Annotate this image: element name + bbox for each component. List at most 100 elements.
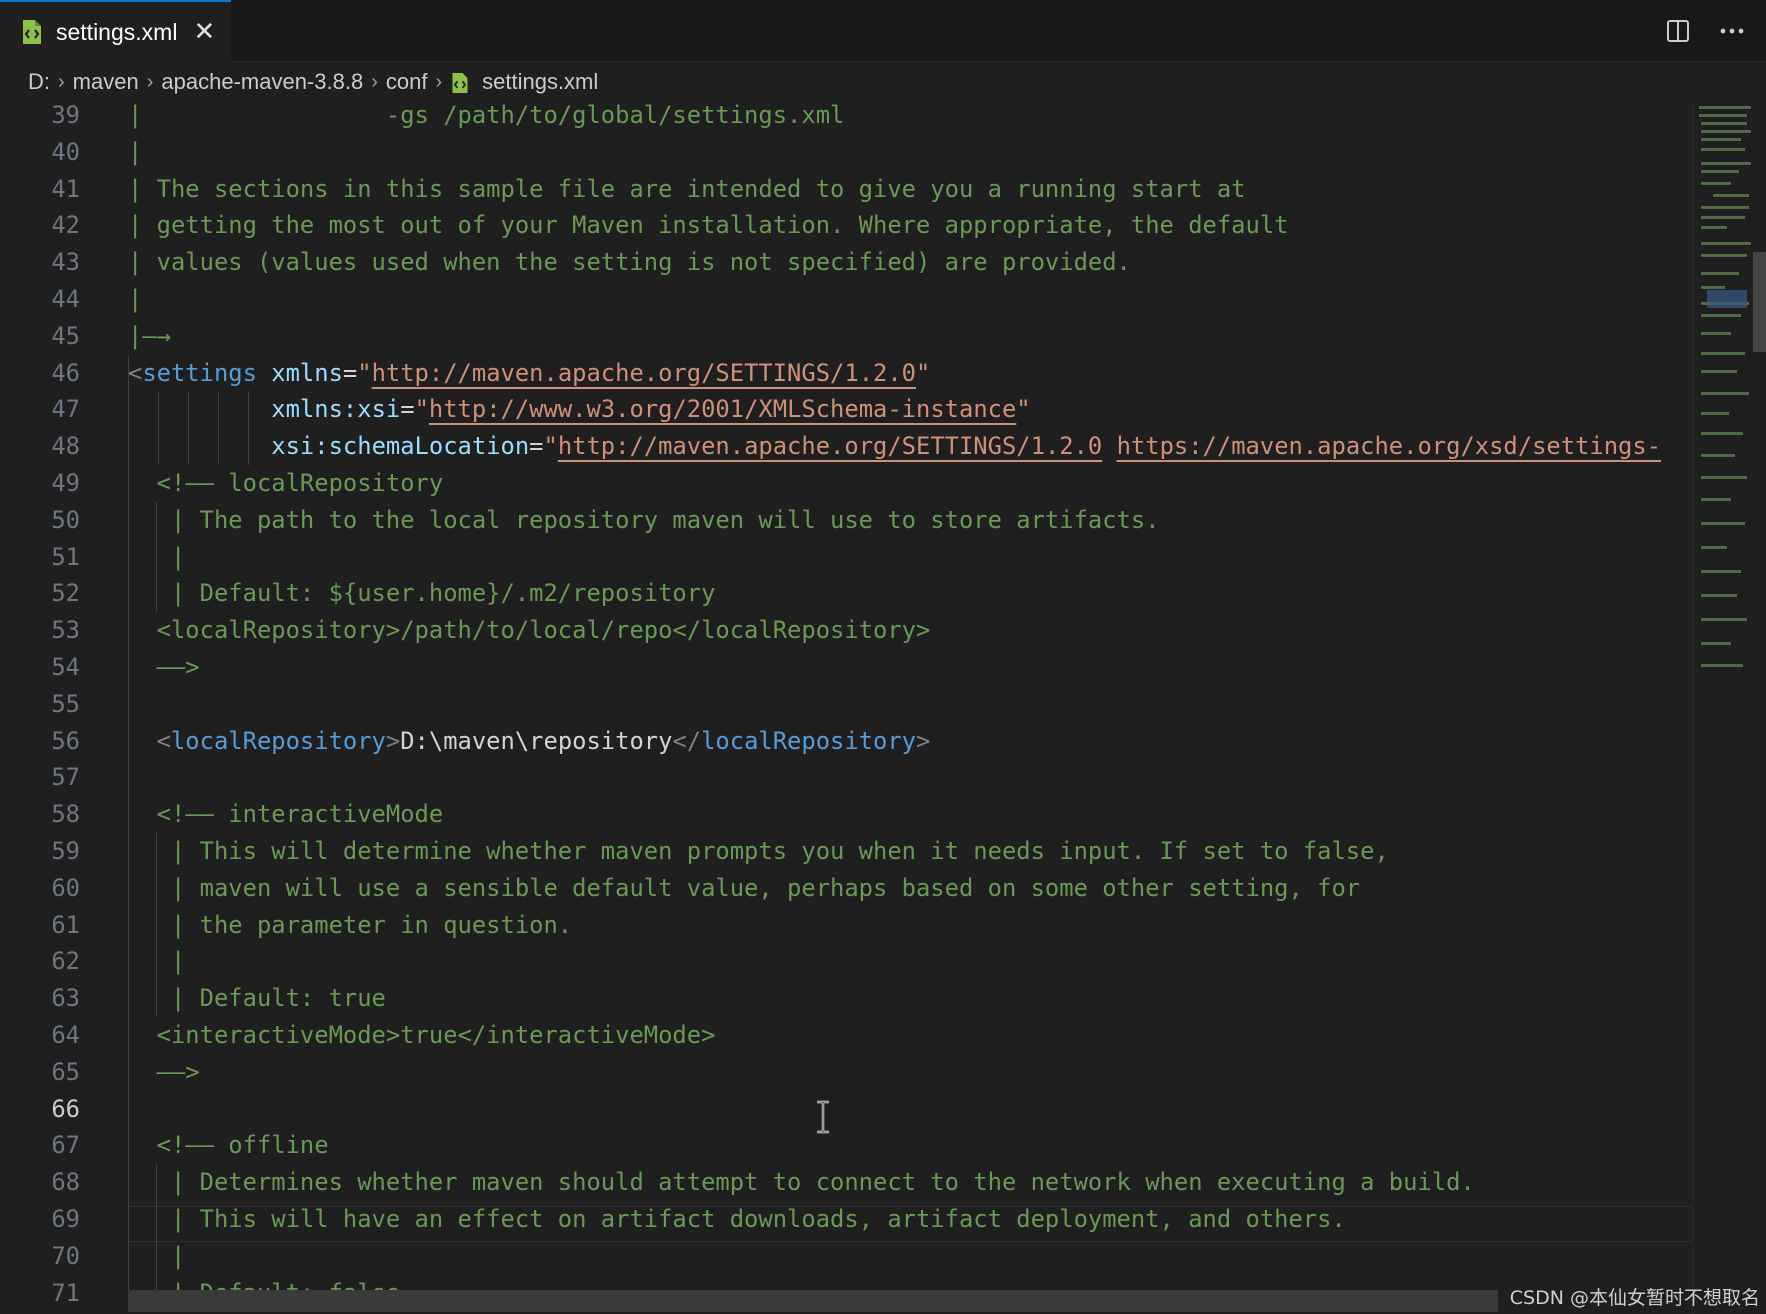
code-token: " (1016, 395, 1031, 424)
code-line[interactable]: 57 (0, 759, 1692, 797)
breadcrumb-item-apache-maven[interactable]: apache-maven-3.8.8 (161, 69, 363, 95)
code-line[interactable]: 44 | (0, 281, 1692, 318)
code-line[interactable]: 61 | the parameter in question. (0, 906, 1692, 944)
more-actions-icon[interactable] (1716, 14, 1748, 48)
code-token: | This will have an effect on artifact d… (128, 1205, 1346, 1233)
code-line[interactable]: 49 <!—— localRepository (0, 465, 1692, 502)
indent-guide (128, 759, 129, 797)
code-text: ——> (128, 649, 200, 686)
code-text: | (128, 539, 185, 576)
line-number: 65 (51, 1057, 80, 1086)
code-token: | (128, 947, 186, 976)
code-line[interactable]: 65 ——> (0, 1053, 1692, 1091)
breadcrumb-item-conf[interactable]: conf (386, 69, 428, 95)
line-number: 39 (51, 102, 80, 129)
code-line[interactable]: 54 ——> (0, 649, 1692, 686)
code-token: = (529, 432, 544, 461)
code-token: " (357, 358, 372, 387)
code-line[interactable]: 58 <!—— interactiveMode (0, 796, 1692, 833)
code-link[interactable]: http://maven.apache.org/SETTINGS/1.2.0 (372, 359, 916, 387)
code-text: <!—— localRepository (128, 465, 444, 502)
breadcrumb-item-maven[interactable]: maven (73, 69, 139, 95)
line-number: 46 (51, 358, 80, 387)
line-number: 64 (51, 1021, 80, 1049)
code-line[interactable]: 40 | (0, 134, 1692, 171)
code-token: | (128, 542, 186, 571)
code-editor[interactable]: 39 | -gs /path/to/global/settings.xml 40 | 4… (0, 102, 1692, 1314)
code-token: = (342, 358, 358, 387)
code-text: | maven will use a sensible default valu… (128, 870, 1360, 907)
code-token: xsi:schemaLocation (271, 432, 530, 461)
code-text: | (128, 281, 142, 318)
code-line[interactable]: 62 | (0, 943, 1692, 981)
code-line[interactable]: 66 (0, 1090, 1692, 1128)
tab-label: settings.xml (56, 18, 178, 45)
line-number: 63 (51, 984, 80, 1013)
code-line[interactable]: 63 | Default: true (0, 980, 1692, 1017)
code-line[interactable]: 53 <localRepository>/path/to/local/repo<… (0, 612, 1692, 649)
code-line[interactable]: 60 | maven will use a sensible default v… (0, 869, 1692, 907)
code-token: <!—— offline (128, 1131, 329, 1160)
breadcrumb-item-file[interactable]: settings.xml (450, 69, 598, 95)
line-number: 71 (51, 1278, 80, 1307)
code-line[interactable]: 52 | Default: ${user.home}/.m2/repositor… (0, 575, 1692, 613)
line-number: 53 (51, 616, 80, 645)
code-line[interactable]: 41 | The sections in this sample file are… (0, 171, 1692, 208)
line-number: 68 (51, 1168, 80, 1197)
code-line[interactable]: 56 <localRepository>D:\maven\repository<… (0, 722, 1692, 760)
code-link[interactable]: https://maven.apache.org/xsd/settings- (1117, 432, 1661, 460)
code-token: | the parameter in question. (128, 910, 573, 939)
code-line[interactable]: 48 xsi:schemaLocation="http://maven.apac… (0, 428, 1692, 465)
code-line[interactable]: 59 | This will determine whether maven p… (0, 833, 1692, 870)
code-line[interactable]: 51 | (0, 538, 1692, 576)
code-token: ——> (128, 653, 200, 681)
tab-settings-xml[interactable]: settings.xml ✕ (0, 0, 231, 62)
code-line[interactable]: 68 | Determines whether maven should att… (0, 1164, 1692, 1201)
code-line[interactable]: 55 (0, 685, 1692, 723)
vertical-scrollbar-thumb[interactable] (1753, 252, 1766, 352)
line-number: 56 (51, 726, 80, 755)
code-link[interactable]: http://www.w3.org/2001/XMLSchema-instanc… (429, 395, 1016, 423)
code-token: | The path to the local repository maven… (128, 505, 1160, 534)
code-token: | Determines whether maven should attemp… (128, 1168, 1475, 1197)
minimap[interactable] (1692, 102, 1766, 1314)
line-number: 62 (51, 947, 80, 976)
breadcrumb-item-drive[interactable]: D: (28, 69, 50, 95)
code-line[interactable]: 47 xmlns:xsi="http://www.w3.org/2001/XML… (0, 391, 1692, 429)
code-line[interactable]: 64 <interactiveMode>true</interactiveMod… (0, 1017, 1692, 1054)
code-token: | Default: true (128, 984, 386, 1013)
code-token: localRepository (701, 726, 916, 755)
code-line[interactable]: 46 <settings xmlns="http://maven.apache.o… (0, 354, 1692, 392)
line-number: 40 (51, 137, 80, 166)
split-editor-icon[interactable] (1662, 14, 1694, 48)
code-line[interactable]: 43 | values (values used when the setting… (0, 244, 1692, 281)
code-line[interactable]: 69 | This will have an effect on artifac… (0, 1201, 1692, 1238)
line-number: 54 (51, 653, 80, 681)
code-token: D:\maven\repository (400, 726, 673, 755)
line-number: 59 (51, 837, 80, 865)
line-number: 48 (51, 432, 80, 461)
code-line[interactable]: 42 | getting the most out of your Maven i… (0, 207, 1692, 244)
code-text: | (128, 1238, 185, 1275)
code-token: |—→ (128, 321, 171, 350)
code-token: | values (values used when the setting i… (128, 248, 1131, 277)
code-line[interactable]: 39 | -gs /path/to/global/settings.xml (0, 102, 1692, 134)
line-number: 49 (51, 469, 80, 497)
code-token: | getting the most out of your Maven ins… (128, 211, 1289, 240)
horizontal-scrollbar-thumb[interactable] (128, 1290, 1498, 1312)
code-line[interactable]: 67 <!—— offline (0, 1127, 1692, 1165)
line-number: 61 (51, 910, 80, 939)
code-text: | The sections in this sample file are i… (128, 171, 1246, 208)
code-text: xsi:schemaLocation="http://maven.apache.… (128, 428, 1661, 465)
close-icon[interactable]: ✕ (193, 19, 215, 45)
code-link[interactable]: http://maven.apache.org/SETTINGS/1.2.0 (558, 432, 1102, 460)
code-line[interactable]: 45 |—→ (0, 318, 1692, 355)
code-token: " (543, 432, 558, 461)
breadcrumb: D: › maven › apache-maven-3.8.8 › conf ›… (0, 62, 1766, 102)
code-token: ——> (128, 1057, 200, 1086)
code-line[interactable]: 70 | (0, 1237, 1692, 1275)
code-token: < (128, 726, 171, 755)
code-line[interactable]: 50 | The path to the local repository ma… (0, 501, 1692, 539)
